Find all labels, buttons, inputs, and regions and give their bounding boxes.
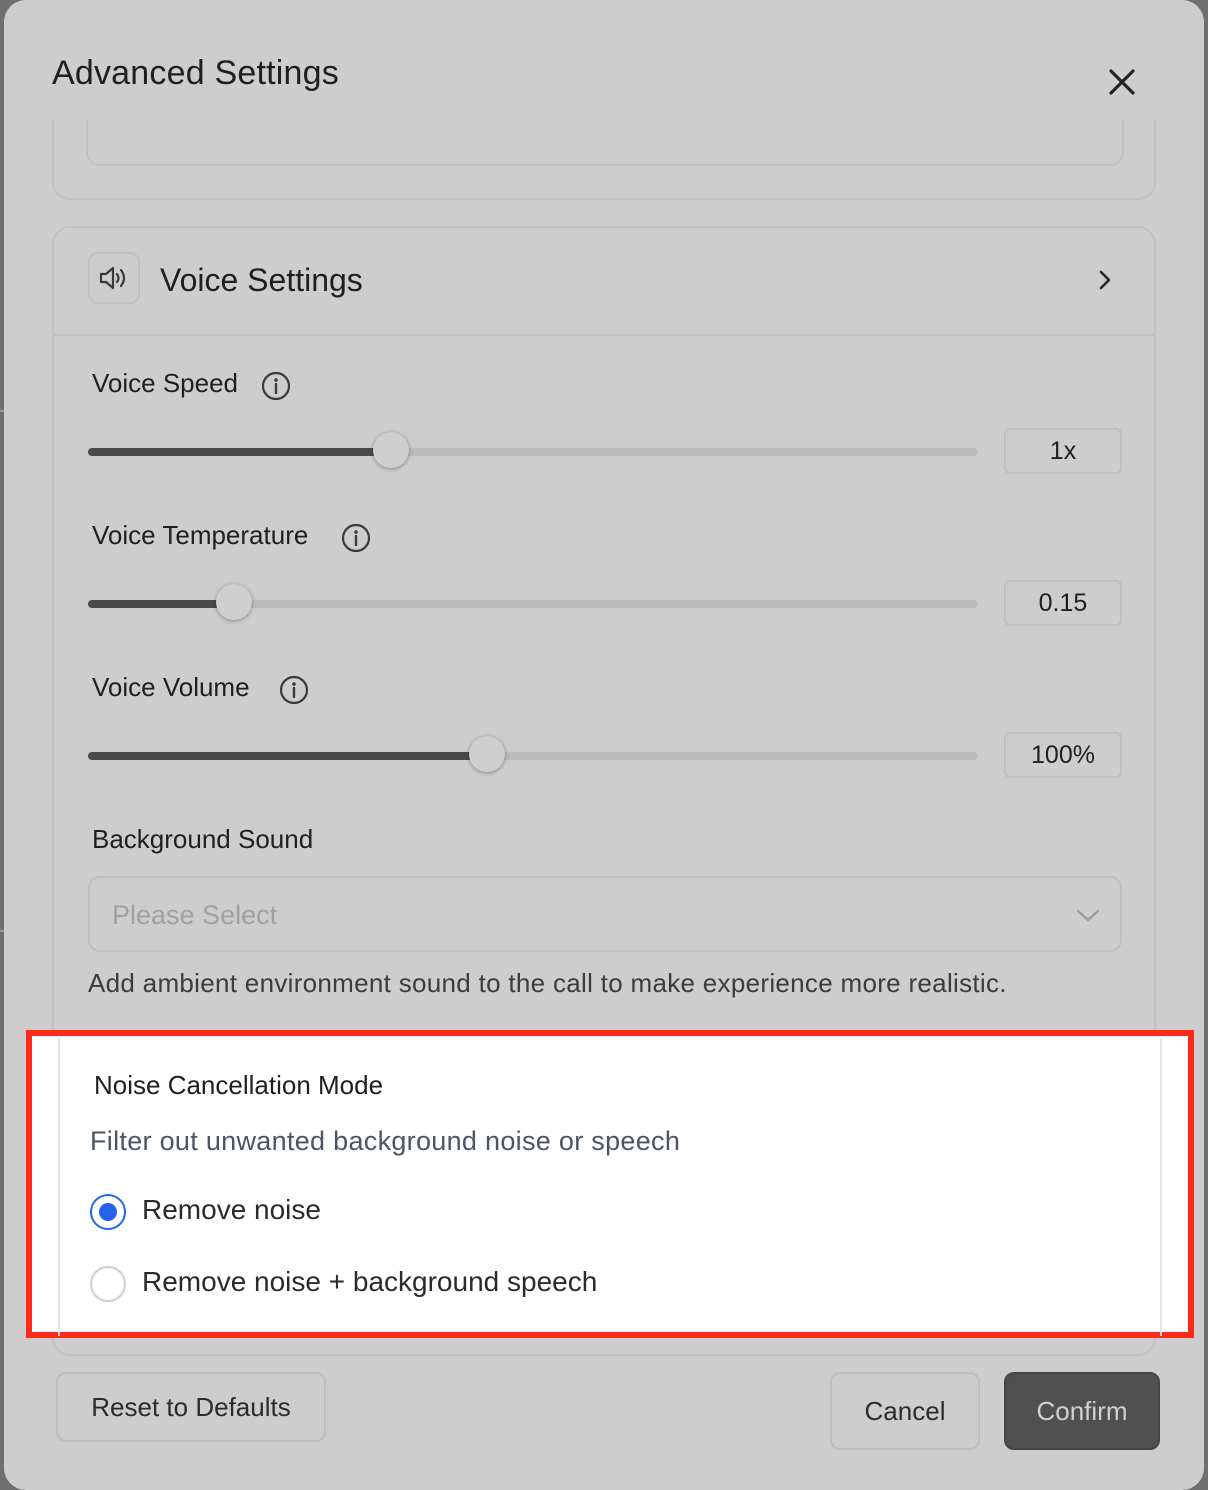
info-icon[interactable] <box>260 370 292 402</box>
radio-button-remove-noise[interactable] <box>90 1194 126 1230</box>
background-sound-label: Background Sound <box>92 824 314 854</box>
voice-speed-slider-thumb[interactable] <box>372 432 409 468</box>
background-sound-placeholder: Please Select <box>112 900 278 930</box>
radio-button-remove-noise-and-speech[interactable] <box>90 1266 126 1302</box>
info-icon[interactable] <box>340 522 372 554</box>
chevron-down-icon <box>1076 909 1100 922</box>
noise-cancellation-title: Noise Cancellation Mode <box>94 1070 384 1100</box>
noise-cancellation-section: Noise Cancellation Mode Filter out unwan… <box>26 1030 1194 1338</box>
voice-settings-title: Voice Settings <box>160 262 363 298</box>
radio-label-remove-noise-and-speech: Remove noise + background speech <box>142 1266 598 1297</box>
voice-settings-header[interactable]: Voice Settings <box>54 228 1154 336</box>
dialog-title: Advanced Settings <box>52 54 339 92</box>
radio-label-remove-noise: Remove noise <box>142 1194 321 1225</box>
voice-temperature-slider[interactable] <box>88 584 978 620</box>
voice-temperature-label: Voice Temperature <box>92 520 309 550</box>
background-sound-helper: Add ambient environment sound to the cal… <box>88 968 1007 998</box>
voice-volume-slider-fill <box>88 752 487 760</box>
noise-cancellation-description: Filter out unwanted background noise or … <box>90 1126 681 1156</box>
reset-to-defaults-button[interactable]: Reset to Defaults <box>56 1372 326 1442</box>
voice-volume-label: Voice Volume <box>92 672 250 702</box>
voice-speed-slider[interactable] <box>88 432 978 468</box>
voice-temperature-value[interactable]: 0.15 <box>1004 580 1122 626</box>
background-sound-select[interactable]: Please Select <box>88 876 1122 952</box>
confirm-button[interactable]: Confirm <box>1004 1372 1160 1450</box>
speaker-icon-box <box>88 252 140 304</box>
chevron-right-icon[interactable] <box>1094 266 1116 294</box>
voice-volume-slider[interactable] <box>88 736 978 772</box>
voice-volume-slider-thumb[interactable] <box>468 736 505 772</box>
previous-section-card <box>52 120 1156 200</box>
info-icon[interactable] <box>278 674 310 706</box>
voice-temperature-slider-thumb[interactable] <box>215 584 252 620</box>
voice-speed-value[interactable]: 1x <box>1004 428 1122 474</box>
advanced-settings-dialog: Advanced Settings Voice Settings Voice S <box>4 0 1204 1490</box>
close-button[interactable] <box>1104 64 1140 100</box>
previous-section-field <box>86 120 1124 166</box>
voice-speed-slider-fill <box>88 448 391 456</box>
speaker-icon <box>99 266 126 290</box>
voice-volume-value[interactable]: 100% <box>1004 732 1122 778</box>
voice-temperature-slider-fill <box>88 600 234 608</box>
close-icon <box>1109 69 1135 95</box>
cancel-button[interactable]: Cancel <box>830 1372 980 1450</box>
voice-speed-label: Voice Speed <box>92 368 239 398</box>
